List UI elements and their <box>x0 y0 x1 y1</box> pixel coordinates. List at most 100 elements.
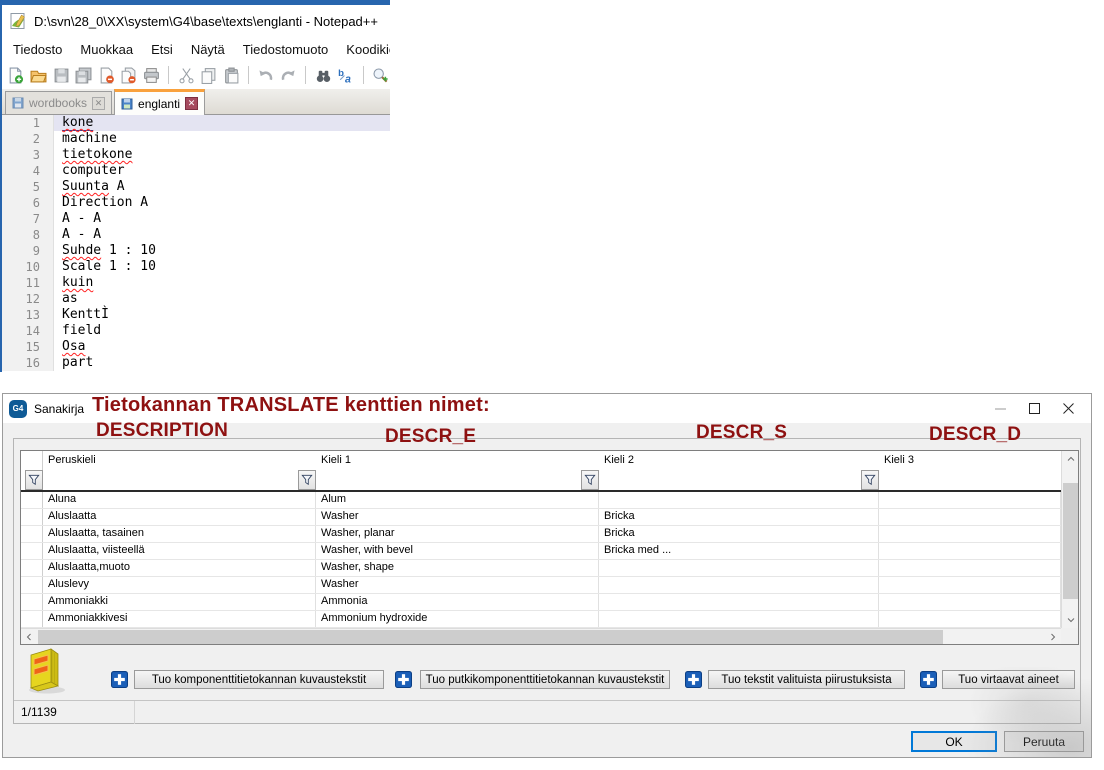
editor-line[interactable]: 13KenttÌ <box>2 307 390 323</box>
row-selector[interactable] <box>21 594 43 610</box>
close-button[interactable] <box>1051 396 1085 422</box>
redo-button[interactable] <box>279 65 299 86</box>
horizontal-scrollbar[interactable] <box>21 628 1061 644</box>
replace-button[interactable]: b a <box>336 65 356 86</box>
menu-tiedostomuoto[interactable]: Tiedostomuoto <box>243 42 329 57</box>
editor-line[interactable]: 11kuin <box>2 275 390 291</box>
table-row[interactable]: Aluslaatta, tasainenWasher, planarBricka <box>21 526 1061 543</box>
cell[interactable]: Washer <box>316 577 599 593</box>
vertical-scroll-thumb[interactable] <box>1063 483 1078 599</box>
row-selector[interactable] <box>21 560 43 576</box>
filter-funnel-button[interactable] <box>298 470 316 490</box>
cell[interactable]: Aluslaatta <box>43 509 316 525</box>
tab-englanti[interactable]: englanti ✕ <box>114 89 205 115</box>
cell[interactable]: Bricka <box>599 526 879 542</box>
editor-line[interactable]: 10Scale 1 : 10 <box>2 259 390 275</box>
tab-close-icon[interactable]: ✕ <box>92 97 105 110</box>
cell[interactable]: Aluslevy <box>43 577 316 593</box>
notepad-titlebar[interactable]: D:\svn\28_0\XX\system\G4\base\texts\engl… <box>2 5 390 37</box>
editor-line[interactable]: 3tietokone <box>2 147 390 163</box>
cell[interactable]: Washer, with bevel <box>316 543 599 559</box>
save-all-button[interactable] <box>74 65 94 86</box>
filter-input-kieli2[interactable] <box>599 473 861 490</box>
table-row[interactable]: AmmoniakkiAmmonia <box>21 594 1061 611</box>
cut-button[interactable] <box>176 65 196 86</box>
tab-wordbooks[interactable]: wordbooks ✕ <box>5 91 112 114</box>
filter-input-peruskieli[interactable] <box>43 473 298 490</box>
print-button[interactable] <box>142 65 162 86</box>
find-button[interactable] <box>313 65 333 86</box>
table-row[interactable]: AlunaAlum <box>21 492 1061 509</box>
table-row[interactable]: AluslevyWasher <box>21 577 1061 594</box>
cell[interactable]: Washer, shape <box>316 560 599 576</box>
editor-line[interactable]: 9Suhde 1 : 10 <box>2 243 390 259</box>
undo-button[interactable] <box>256 65 276 86</box>
tab-close-icon[interactable]: ✕ <box>185 97 198 110</box>
import-plus-icon[interactable] <box>395 671 412 688</box>
cell[interactable] <box>599 492 879 508</box>
table-row[interactable]: Aluslaatta,muotoWasher, shape <box>21 560 1061 577</box>
cell[interactable]: Aluslaatta, viisteellä <box>43 543 316 559</box>
editor-line[interactable]: 7A - A <box>2 211 390 227</box>
cell[interactable]: Alum <box>316 492 599 508</box>
editor-line[interactable]: 14field <box>2 323 390 339</box>
open-file-button[interactable] <box>29 65 49 86</box>
editor-line[interactable]: 15Osa <box>2 339 390 355</box>
cell[interactable]: Ammoniakkivesi <box>43 611 316 627</box>
vertical-scrollbar[interactable] <box>1061 451 1078 628</box>
column-header-kieli1[interactable]: Kieli 1 <box>316 451 599 471</box>
menu-koodikieli[interactable]: Koodikieli <box>346 42 390 57</box>
menu-etsi[interactable]: Etsi <box>151 42 173 57</box>
editor-line[interactable]: 16part <box>2 355 390 371</box>
column-header-kieli3[interactable]: Kieli 3 <box>879 451 1061 471</box>
cell[interactable] <box>879 594 1061 610</box>
cell[interactable] <box>879 492 1061 508</box>
row-selector[interactable] <box>21 611 43 627</box>
copy-button[interactable] <box>199 65 219 86</box>
cell[interactable] <box>879 577 1061 593</box>
column-header-peruskieli[interactable]: Peruskieli <box>43 451 316 471</box>
cell[interactable] <box>879 509 1061 525</box>
editor-line[interactable]: 2machine <box>2 131 390 147</box>
cell[interactable]: Washer, planar <box>316 526 599 542</box>
import-pipe-component-descriptions-button[interactable]: Tuo putkikomponenttitietokannan kuvauste… <box>420 670 670 689</box>
editor-line[interactable]: 12as <box>2 291 390 307</box>
editor-line[interactable]: 6Direction A <box>2 195 390 211</box>
table-row[interactable]: Aluslaatta, viisteelläWasher, with bevel… <box>21 543 1061 560</box>
cell[interactable] <box>879 560 1061 576</box>
cell[interactable]: Bricka med ... <box>599 543 879 559</box>
paste-button[interactable] <box>222 65 242 86</box>
close-document-button[interactable] <box>97 65 117 86</box>
cell[interactable] <box>599 594 879 610</box>
new-file-button[interactable] <box>6 65 26 86</box>
row-selector[interactable] <box>21 577 43 593</box>
scroll-right-icon[interactable] <box>1045 629 1061 645</box>
cell[interactable]: Aluslaatta,muoto <box>43 560 316 576</box>
cell[interactable] <box>599 611 879 627</box>
cell[interactable]: Ammoniakki <box>43 594 316 610</box>
import-plus-icon[interactable] <box>920 671 937 688</box>
editor-line[interactable]: 5Suunta A <box>2 179 390 195</box>
horizontal-scroll-thumb[interactable] <box>38 630 943 644</box>
cell[interactable] <box>599 577 879 593</box>
scroll-left-icon[interactable] <box>21 629 37 645</box>
save-button[interactable] <box>51 65 71 86</box>
cell[interactable]: Aluslaatta, tasainen <box>43 526 316 542</box>
minimize-button[interactable] <box>983 396 1017 422</box>
scroll-up-icon[interactable] <box>1062 451 1079 467</box>
maximize-button[interactable] <box>1017 396 1051 422</box>
import-plus-icon[interactable] <box>685 671 702 688</box>
menu-nayta[interactable]: Näytä <box>191 42 225 57</box>
cell[interactable]: Washer <box>316 509 599 525</box>
scroll-down-icon[interactable] <box>1062 612 1079 628</box>
row-selector[interactable] <box>21 526 43 542</box>
editor-line[interactable]: 4computer <box>2 163 390 179</box>
filter-funnel-button[interactable] <box>581 470 599 490</box>
cell[interactable]: Bricka <box>599 509 879 525</box>
editor-line[interactable]: 1kone <box>2 115 390 131</box>
cell[interactable] <box>879 611 1061 627</box>
table-row[interactable]: AluslaattaWasherBricka <box>21 509 1061 526</box>
zoom-in-button[interactable] <box>371 65 391 86</box>
column-header-kieli2[interactable]: Kieli 2 <box>599 451 879 471</box>
row-selector[interactable] <box>21 492 43 508</box>
